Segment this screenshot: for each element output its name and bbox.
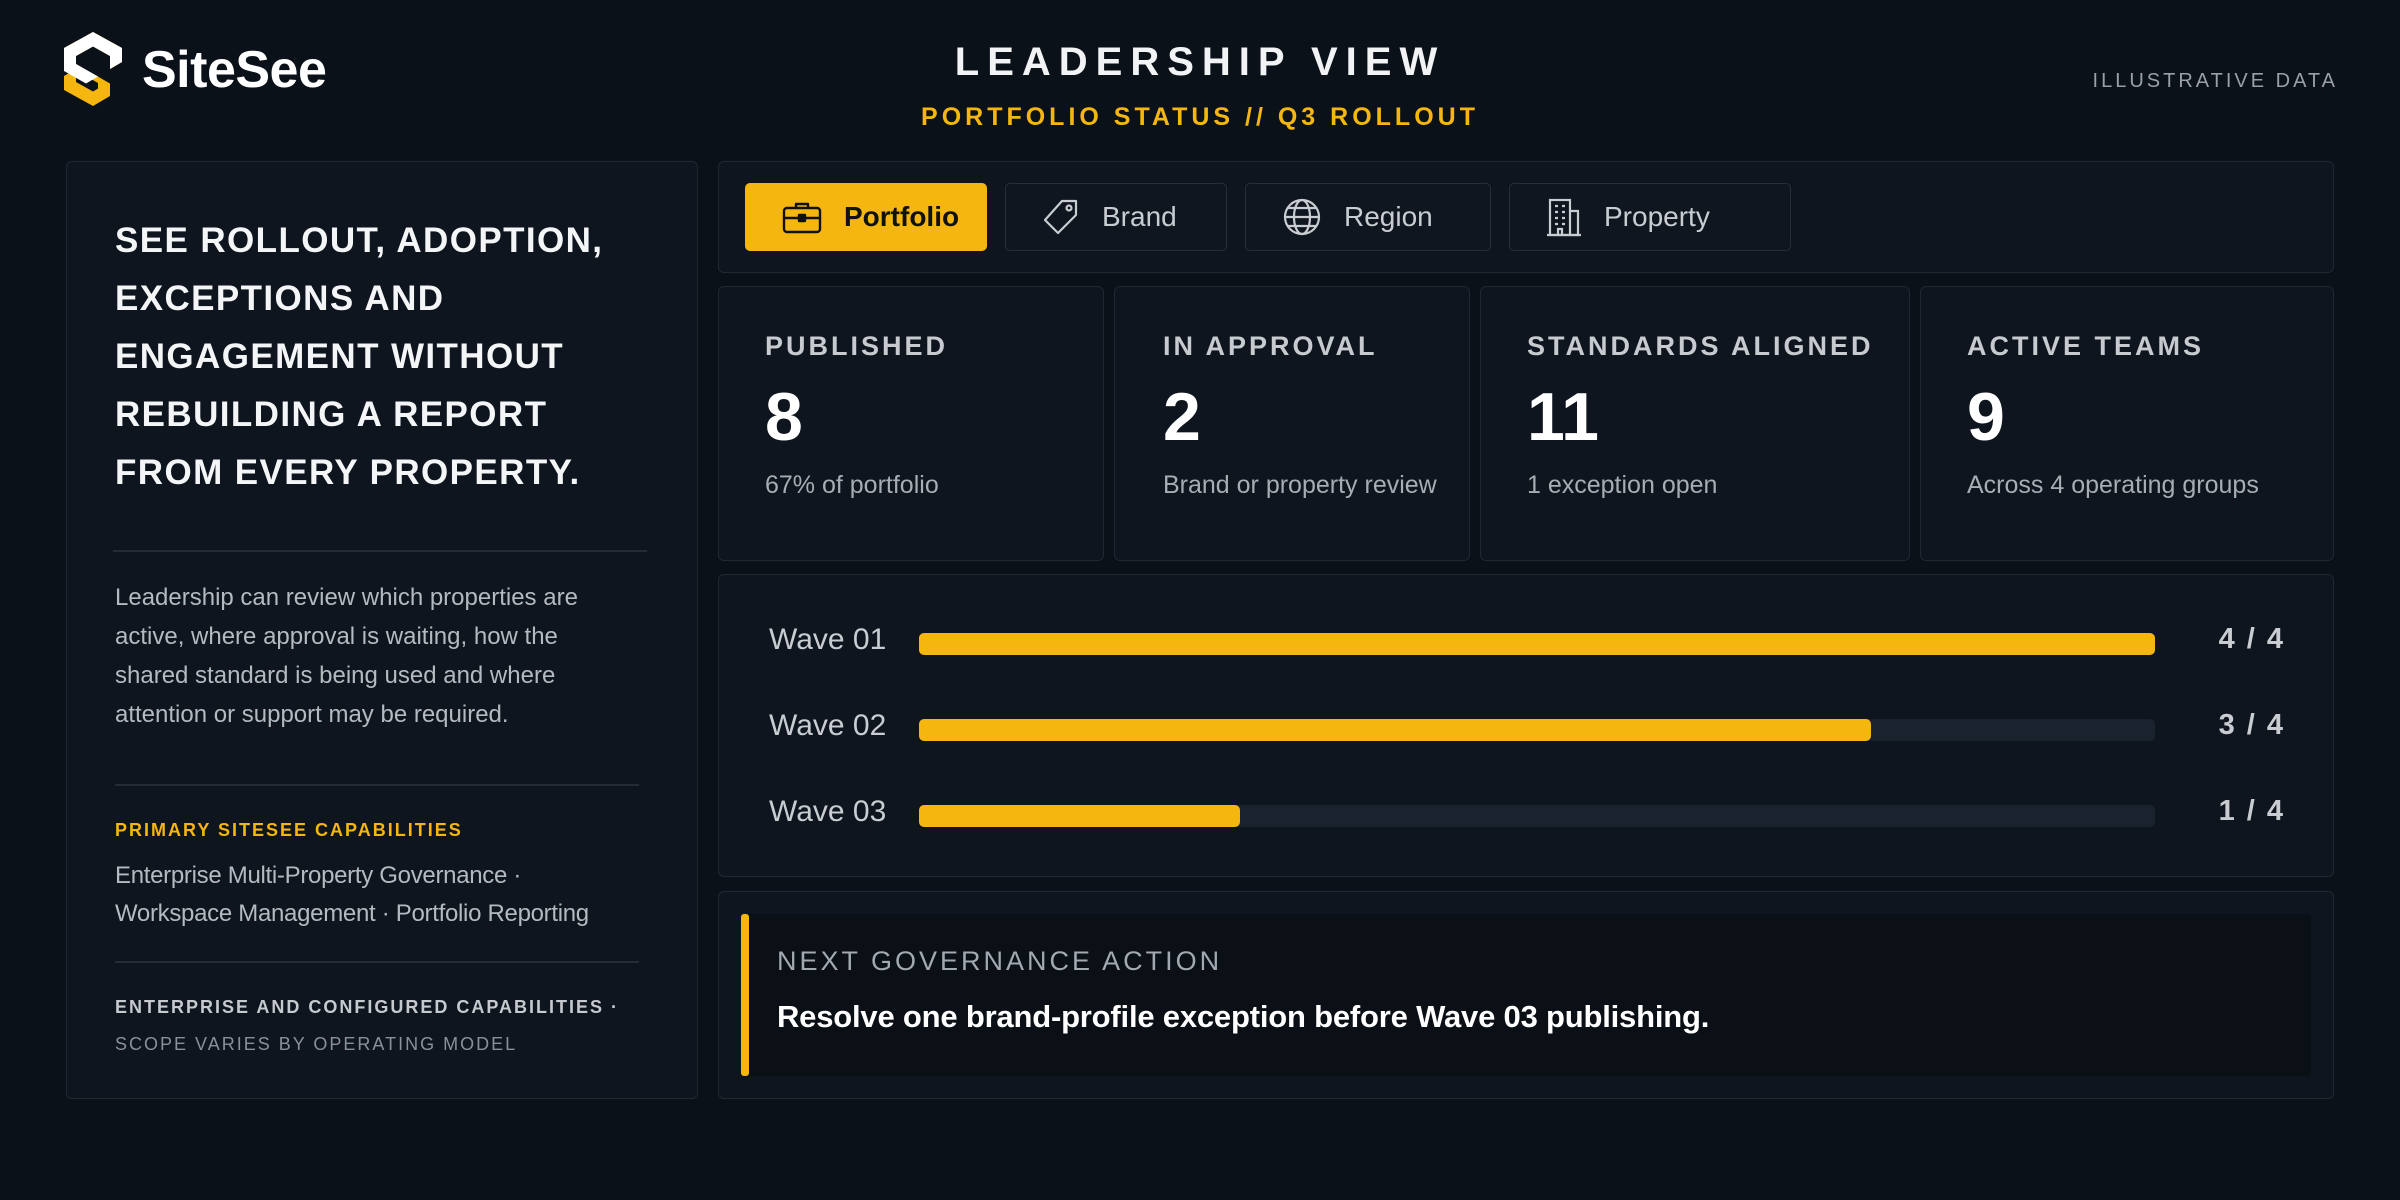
wave-label: Wave 01 — [769, 623, 887, 656]
stat-note: 1 exception open — [1527, 470, 1718, 499]
divider — [115, 784, 639, 786]
progress-fill — [919, 805, 1241, 827]
tab-label: Portfolio — [844, 201, 960, 232]
capabilities-list: Enterprise Multi-Property Governance · W… — [115, 862, 589, 927]
divider — [115, 961, 639, 963]
stat-card-published: PUBLISHED 8 67% of portfolio — [718, 286, 1104, 561]
page-header: LEADERSHIP VIEW PORTFOLIO STATUS // Q3 R… — [0, 40, 2400, 132]
next-action-text: Resolve one brand-profile exception befo… — [777, 999, 1710, 1034]
stat-card-standards-aligned: STANDARDS ALIGNED 11 1 exception open — [1480, 286, 1910, 561]
stat-label: IN APPROVAL — [1163, 331, 1378, 361]
stat-value: 2 — [1163, 379, 1201, 455]
capabilities-label: PRIMARY SITESEE CAPABILITIES — [115, 820, 463, 840]
next-action-label: NEXT GOVERNANCE ACTION — [777, 946, 1223, 976]
stat-card-in-approval: IN APPROVAL 2 Brand or property review — [1114, 286, 1470, 561]
page-subtitle: PORTFOLIO STATUS // Q3 ROLLOUT — [921, 103, 1479, 131]
sitesee-logo-icon — [60, 30, 126, 110]
stat-value: 9 — [1967, 379, 2005, 455]
wave-progress-panel: Wave 01 4 / 4 Wave 02 3 / 4 Wave 03 1 / … — [718, 574, 2334, 877]
brand-name: SiteSee — [142, 41, 327, 99]
tag-icon — [1042, 198, 1080, 236]
wave-count: 4 / 4 — [2218, 623, 2285, 655]
next-action-panel: NEXT GOVERNANCE ACTION Resolve one brand… — [718, 891, 2334, 1099]
divider — [113, 550, 647, 552]
summary-body: Leadership can review which properties a… — [115, 584, 578, 728]
capabilities-footnote: ENTERPRISE AND CONFIGURED CAPABILITIES · — [115, 997, 620, 1017]
progress-track — [919, 719, 2155, 741]
wave-label: Wave 03 — [769, 795, 887, 828]
wave-row-01: Wave 01 4 / 4 — [719, 619, 2333, 663]
stat-label: ACTIVE TEAMS — [1967, 331, 2205, 361]
tab-label: Brand — [1102, 201, 1177, 232]
progress-track — [919, 805, 2155, 827]
stat-card-active-teams: ACTIVE TEAMS 9 Across 4 operating groups — [1920, 286, 2334, 561]
stat-label: PUBLISHED — [765, 331, 949, 361]
brand-logo[interactable]: SiteSee — [60, 30, 327, 110]
next-action-callout: NEXT GOVERNANCE ACTION Resolve one brand… — [741, 914, 2311, 1076]
tab-brand[interactable]: Brand — [1005, 183, 1227, 251]
tab-portfolio[interactable]: Portfolio — [745, 183, 987, 251]
tab-region[interactable]: Region — [1245, 183, 1491, 251]
stat-label: STANDARDS ALIGNED — [1527, 331, 1874, 361]
progress-track — [919, 633, 2155, 655]
page-title: LEADERSHIP VIEW — [954, 40, 1446, 84]
stat-note: 67% of portfolio — [765, 470, 939, 499]
summary-headline: SEE ROLLOUT, ADOPTION, EXCEPTIONS AND EN… — [115, 221, 604, 492]
globe-icon — [1282, 197, 1322, 237]
stat-note: Across 4 operating groups — [1967, 470, 2259, 499]
tab-property[interactable]: Property — [1509, 183, 1791, 251]
illustrative-data-note: ILLUSTRATIVE DATA — [2092, 70, 2338, 92]
wave-count: 3 / 4 — [2218, 709, 2285, 741]
stat-value: 11 — [1527, 379, 1599, 455]
briefcase-icon — [782, 200, 822, 234]
tab-label: Region — [1344, 201, 1433, 232]
tab-label: Property — [1604, 201, 1710, 232]
progress-fill — [919, 719, 1871, 741]
accent-bar — [741, 914, 749, 1076]
summary-panel: SEE ROLLOUT, ADOPTION, EXCEPTIONS AND EN… — [66, 161, 698, 1099]
wave-row-03: Wave 03 1 / 4 — [719, 791, 2333, 835]
building-icon — [1546, 197, 1582, 237]
progress-fill — [919, 633, 2155, 655]
view-tabs: Portfolio Brand Region Property — [718, 161, 2334, 273]
stat-note: Brand or property review — [1163, 470, 1437, 499]
wave-label: Wave 02 — [769, 709, 887, 742]
stat-value: 8 — [765, 379, 803, 455]
scope-footnote: SCOPE VARIES BY OPERATING MODEL — [115, 1034, 518, 1054]
wave-count: 1 / 4 — [2218, 795, 2285, 827]
wave-row-02: Wave 02 3 / 4 — [719, 705, 2333, 749]
